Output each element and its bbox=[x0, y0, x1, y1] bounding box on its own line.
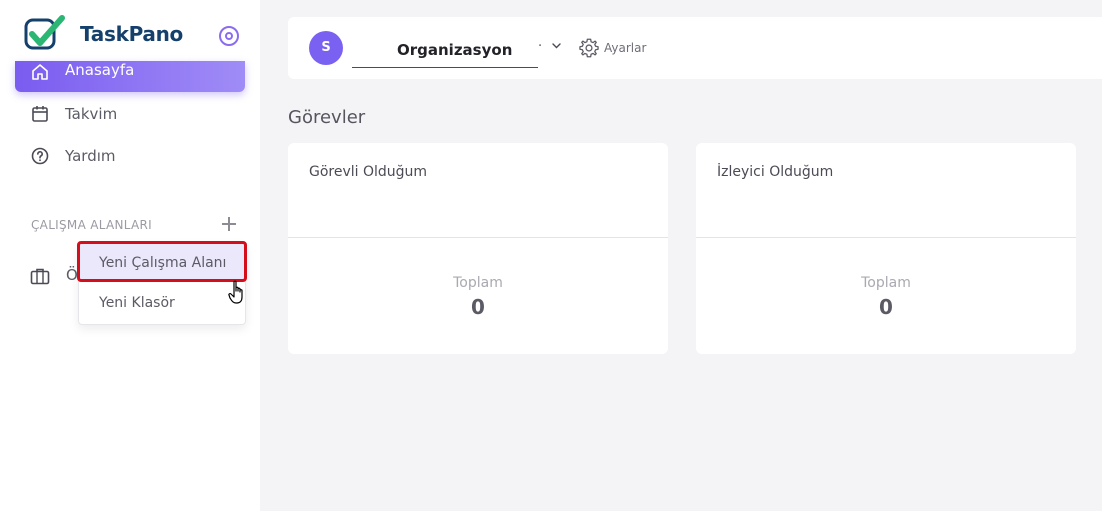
help-icon bbox=[31, 147, 49, 165]
sidebar-item-label: Yardım bbox=[65, 147, 116, 165]
menu-item-label: Yeni Klasör bbox=[99, 295, 175, 311]
taskpano-logo-icon bbox=[24, 15, 65, 50]
sidebar-item-yardim[interactable]: Yardım bbox=[15, 139, 245, 173]
total-value: 0 bbox=[879, 295, 893, 319]
total-label: Toplam bbox=[861, 275, 911, 291]
new-workspace-menu-item[interactable]: Yeni Çalışma Alanı bbox=[77, 241, 247, 282]
add-workspace-menu: Yeni Çalışma Alanı Yeni Klasör bbox=[77, 241, 247, 325]
assigned-tasks-card: Görevli Olduğum Toplam 0 bbox=[288, 143, 668, 354]
home-icon bbox=[32, 64, 48, 80]
sidebar-toggle-button[interactable] bbox=[219, 26, 239, 46]
card-title: İzleyici Olduğum bbox=[717, 164, 834, 180]
sidebar-item-label: Anasayfa bbox=[65, 61, 135, 79]
card-divider bbox=[288, 237, 668, 238]
card-title: Görevli Olduğum bbox=[309, 164, 428, 180]
total-value: 0 bbox=[471, 295, 485, 319]
organization-dot: . bbox=[538, 35, 543, 50]
watched-tasks-card: İzleyici Olduğum Toplam 0 bbox=[696, 143, 1076, 354]
add-workspace-icon[interactable] bbox=[220, 215, 238, 233]
organization-select[interactable]: Organizasyon bbox=[352, 31, 538, 68]
gear-icon[interactable] bbox=[578, 37, 600, 59]
top-bar: S Organizasyon . Ayarlar bbox=[288, 17, 1102, 79]
sidebar-item-label: Takvim bbox=[65, 105, 118, 123]
sidebar-item-anasayfa[interactable]: Anasayfa bbox=[15, 61, 245, 92]
sidebar-item-takvim[interactable]: Takvim bbox=[15, 97, 245, 131]
menu-item-label: Yeni Çalışma Alanı bbox=[99, 255, 227, 271]
organization-name: Organizasyon bbox=[397, 41, 513, 59]
new-folder-menu-item[interactable]: Yeni Klasör bbox=[79, 291, 245, 329]
page-title: Görevler bbox=[288, 107, 366, 128]
hand-pointer-cursor-icon bbox=[228, 280, 243, 304]
settings-link[interactable]: Ayarlar bbox=[604, 41, 646, 55]
calendar-icon bbox=[32, 106, 48, 122]
sidebar: TaskPano Anasayfa Takvim Yardım ÇALIŞMA … bbox=[0, 0, 260, 511]
workspaces-section-title: ÇALIŞMA ALANLARI bbox=[31, 218, 153, 232]
app-name: TaskPano bbox=[80, 22, 183, 46]
total-label: Toplam bbox=[453, 275, 503, 291]
card-divider bbox=[696, 237, 1076, 238]
organization-avatar[interactable]: S bbox=[309, 31, 343, 65]
chevron-down-icon[interactable] bbox=[552, 41, 561, 50]
briefcase-icon bbox=[30, 268, 50, 285]
